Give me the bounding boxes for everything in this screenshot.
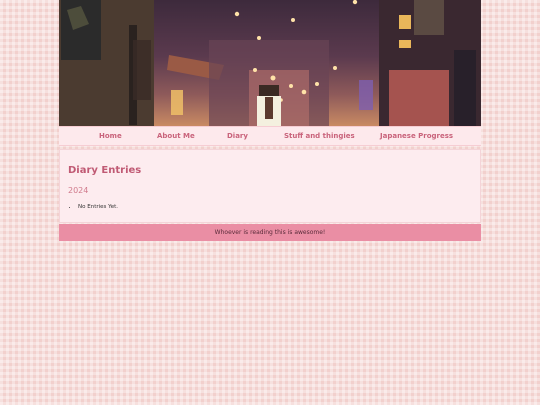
diary-panel: Diary Entries 2024 No Entries Yet. [59, 149, 481, 223]
nav-item-japanese-progress[interactable]: Japanese Progress [380, 132, 453, 140]
main-nav: Home About Me Diary Stuff and thingies J… [59, 126, 481, 146]
header-banner-image [59, 0, 481, 126]
footer: Whoever is reading this is awesome! [59, 224, 481, 241]
nav-item-about-me[interactable]: About Me [157, 132, 195, 140]
entries-list: No Entries Yet. [68, 204, 118, 210]
year-heading: 2024 [68, 186, 89, 195]
nav-item-home[interactable]: Home [99, 132, 122, 140]
list-item: No Entries Yet. [78, 204, 118, 210]
footer-text: Whoever is reading this is awesome! [214, 229, 326, 236]
nav-item-diary[interactable]: Diary [227, 132, 248, 140]
page-container: Home About Me Diary Stuff and thingies J… [59, 0, 481, 241]
page-title: Diary Entries [68, 165, 142, 176]
nav-item-stuff-and-thingies[interactable]: Stuff and thingies [284, 132, 355, 140]
